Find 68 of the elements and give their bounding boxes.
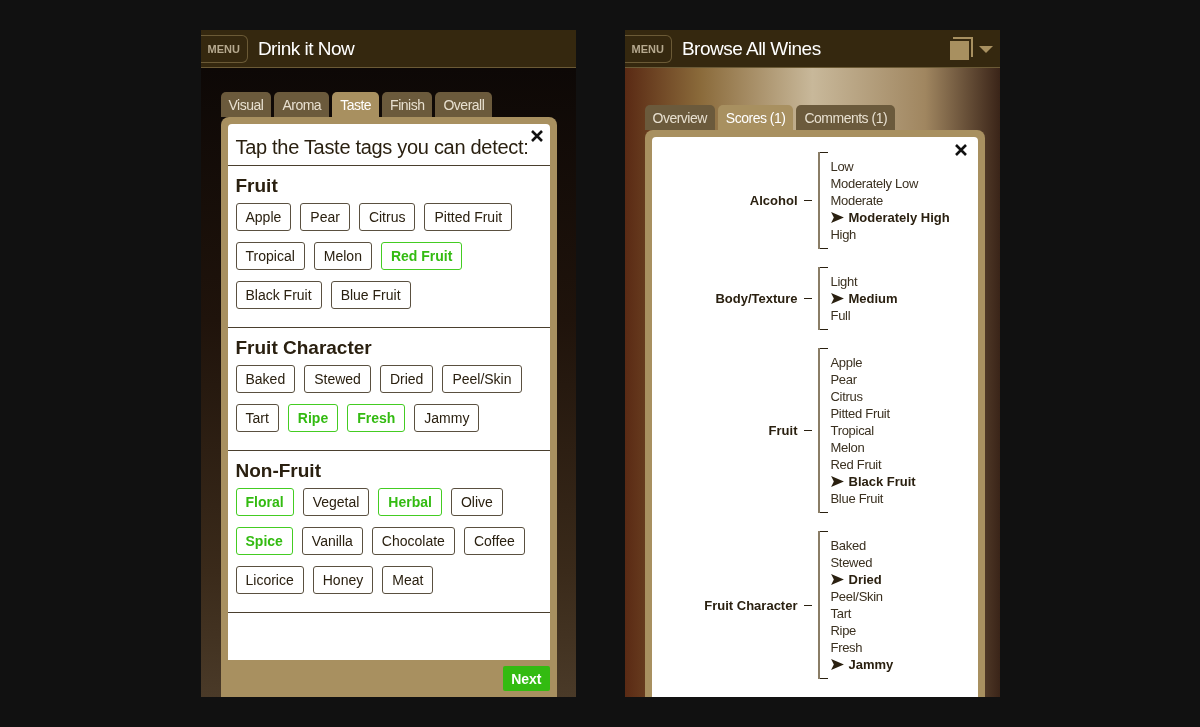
menu-button[interactable]: MENU (200, 34, 248, 63)
score-option: Medium (848, 291, 898, 306)
score-option: Blue Fruit (830, 491, 884, 506)
tag-button[interactable]: Peel/Skin (442, 365, 522, 393)
score-option: Stewed (830, 555, 873, 570)
section-title: Fruit Character (235, 337, 373, 359)
tab[interactable]: Aroma (274, 92, 330, 117)
score-option: Black Fruit (848, 474, 916, 489)
score-option: High (830, 227, 857, 242)
tag-button[interactable]: Vegetal (302, 488, 370, 516)
instruction-text: Tap the Taste tags you can detect: (235, 136, 529, 158)
score-label: Alcohol (749, 193, 798, 208)
tag-button[interactable]: Pitted Fruit (424, 203, 513, 231)
score-option: Dried (848, 572, 882, 587)
tag-button[interactable]: Stewed (304, 365, 371, 393)
square-dropdown-icon[interactable] (949, 35, 994, 62)
tag-button[interactable]: Coffee (463, 527, 525, 555)
tag-button[interactable]: Black Fruit (235, 281, 322, 309)
tag-button[interactable]: Honey (312, 566, 374, 594)
screen-title: Browse All Wines (681, 37, 821, 60)
tag-button[interactable]: Jammy (414, 404, 480, 432)
tag-button[interactable]: Olive (450, 488, 503, 516)
tag-button[interactable]: Tropical (235, 242, 305, 270)
score-option: Ripe (830, 623, 857, 638)
tag-button[interactable]: Chocolate (371, 527, 455, 555)
tag-button[interactable]: Tart (235, 404, 279, 432)
tag-button[interactable]: Citrus (358, 203, 416, 231)
score-option: Pear (830, 372, 857, 387)
score-option: Full (830, 308, 851, 323)
score-option: Low (830, 159, 854, 174)
score-option: Moderately Low (830, 176, 919, 191)
tab[interactable]: Visual (220, 92, 272, 117)
tab[interactable]: Overview (644, 105, 715, 130)
tab[interactable]: Comments (1) (796, 105, 896, 130)
score-option: Moderate (830, 193, 884, 208)
score-option: Light (830, 274, 858, 289)
tag-button[interactable]: Pear (300, 203, 350, 231)
tag-button[interactable]: Apple (235, 203, 292, 231)
score-option: Moderately High (848, 210, 950, 225)
score-option: Melon (830, 440, 865, 455)
score-option: Red Fruit (830, 457, 882, 472)
score-option: Tropical (830, 423, 874, 438)
score-option: Baked (830, 538, 866, 553)
score-option: Pitted Fruit (830, 406, 890, 421)
score-label: Fruit Character (704, 597, 798, 613)
score-label: Body/Texture (715, 291, 798, 306)
tag-button[interactable]: Blue Fruit (330, 281, 411, 309)
tab[interactable]: Overall (435, 92, 493, 117)
tag-button[interactable]: Vanilla (301, 527, 363, 555)
menu-button[interactable]: MENU (624, 34, 672, 63)
section-title: Non-Fruit (235, 460, 322, 482)
section-title: Fruit (235, 175, 279, 197)
score-option: Fresh (830, 640, 863, 655)
tag-button[interactable]: Dried (379, 365, 434, 393)
score-option: Tart (830, 606, 851, 621)
score-option: Apple (830, 355, 863, 370)
tab[interactable]: Finish (382, 92, 433, 117)
close-icon[interactable] (953, 143, 968, 157)
close-icon[interactable] (529, 129, 544, 143)
score-label: Fruit (768, 423, 798, 438)
tag-button[interactable]: Licorice (235, 566, 304, 594)
score-option: Peel/Skin (830, 589, 883, 604)
screen-title: Drink it Now (257, 37, 355, 60)
tag-button[interactable]: Baked (235, 365, 296, 393)
score-option: Citrus (830, 389, 863, 404)
score-option: Jammy (848, 657, 894, 672)
tag-button[interactable]: Melon (313, 242, 372, 270)
tag-button[interactable]: Meat (382, 566, 434, 594)
